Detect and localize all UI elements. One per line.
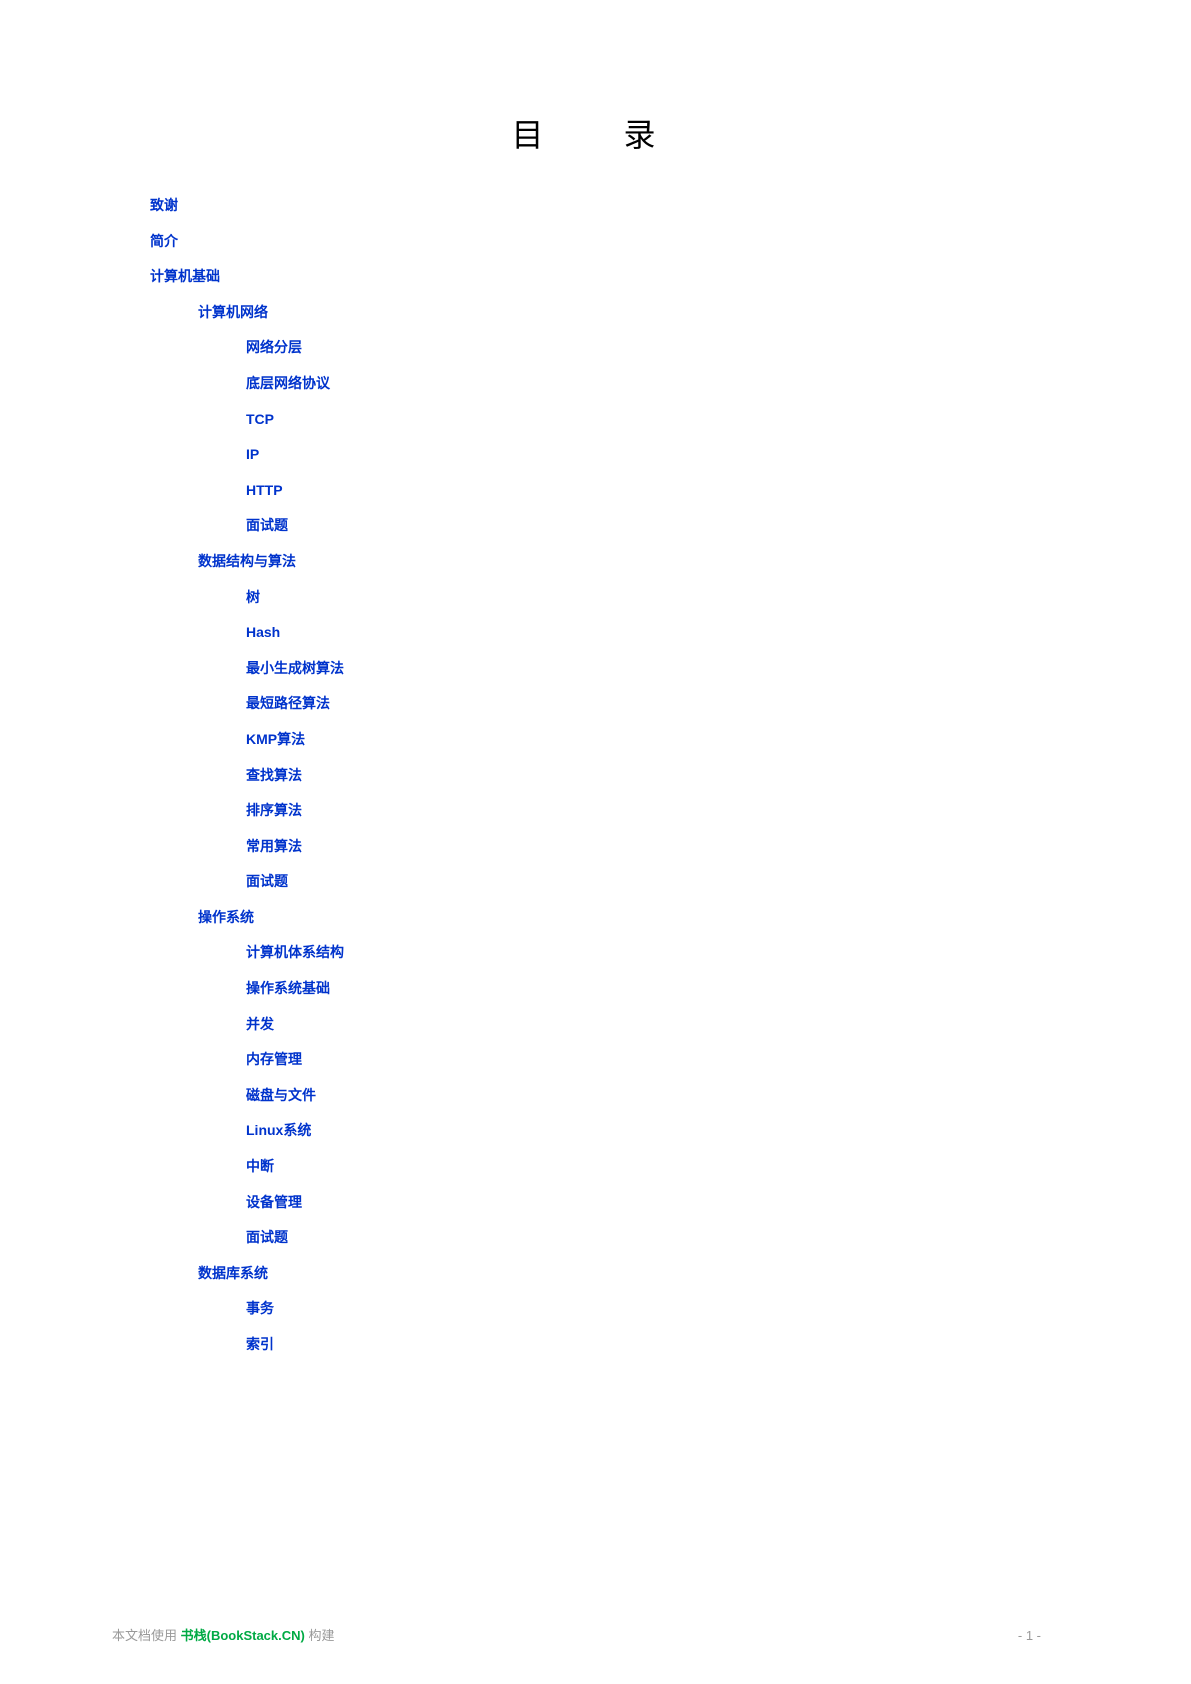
toc-link[interactable]: 事务 bbox=[246, 1299, 1191, 1319]
toc-link[interactable]: Hash bbox=[246, 623, 1191, 643]
toc-link[interactable]: 查找算法 bbox=[246, 766, 1191, 786]
toc-link[interactable]: HTTP bbox=[246, 481, 1191, 501]
toc-link[interactable]: 计算机体系结构 bbox=[246, 943, 1191, 963]
toc-link[interactable]: KMP算法 bbox=[246, 730, 1191, 750]
toc-link[interactable]: 排序算法 bbox=[246, 801, 1191, 821]
toc-link[interactable]: Linux系统 bbox=[246, 1121, 1191, 1141]
toc-link[interactable]: 网络分层 bbox=[246, 338, 1191, 358]
toc-link[interactable]: 面试题 bbox=[246, 516, 1191, 536]
toc-link[interactable]: 计算机网络 bbox=[198, 303, 1191, 323]
toc-link[interactable]: 树 bbox=[246, 588, 1191, 608]
footer-link[interactable]: 书栈(BookStack.CN) bbox=[181, 1628, 305, 1643]
toc-link[interactable]: 索引 bbox=[246, 1335, 1191, 1355]
page-number: - 1 - bbox=[1018, 1628, 1041, 1643]
toc-link[interactable]: 常用算法 bbox=[246, 837, 1191, 857]
toc-link[interactable]: 计算机基础 bbox=[150, 267, 1191, 287]
footer-prefix: 本文档使用 bbox=[112, 1628, 181, 1643]
toc-link[interactable]: 数据结构与算法 bbox=[198, 552, 1191, 572]
toc-link[interactable]: 操作系统 bbox=[198, 908, 1191, 928]
toc-link[interactable]: 面试题 bbox=[246, 872, 1191, 892]
footer-suffix: 构建 bbox=[305, 1628, 335, 1643]
toc-link[interactable]: 简介 bbox=[150, 232, 1191, 252]
toc-link[interactable]: 致谢 bbox=[150, 196, 1191, 216]
toc-link[interactable]: 并发 bbox=[246, 1015, 1191, 1035]
toc-link[interactable]: 底层网络协议 bbox=[246, 374, 1191, 394]
page-title: 目 录 bbox=[0, 0, 1191, 156]
toc-link[interactable]: IP bbox=[246, 445, 1191, 465]
toc-link[interactable]: 内存管理 bbox=[246, 1050, 1191, 1070]
toc-link[interactable]: 设备管理 bbox=[246, 1193, 1191, 1213]
footer: 本文档使用 书栈(BookStack.CN) 构建 - 1 - bbox=[112, 1625, 1041, 1644]
toc-link[interactable]: 面试题 bbox=[246, 1228, 1191, 1248]
toc-link[interactable]: 操作系统基础 bbox=[246, 979, 1191, 999]
toc-link[interactable]: 磁盘与文件 bbox=[246, 1086, 1191, 1106]
toc-link[interactable]: 中断 bbox=[246, 1157, 1191, 1177]
footer-left: 本文档使用 书栈(BookStack.CN) 构建 bbox=[112, 1625, 335, 1644]
table-of-contents: 致谢简介计算机基础计算机网络网络分层底层网络协议TCPIPHTTP面试题数据结构… bbox=[150, 196, 1191, 1355]
toc-link[interactable]: TCP bbox=[246, 410, 1191, 430]
toc-link[interactable]: 最小生成树算法 bbox=[246, 659, 1191, 679]
toc-link[interactable]: 最短路径算法 bbox=[246, 694, 1191, 714]
toc-link[interactable]: 数据库系统 bbox=[198, 1264, 1191, 1284]
